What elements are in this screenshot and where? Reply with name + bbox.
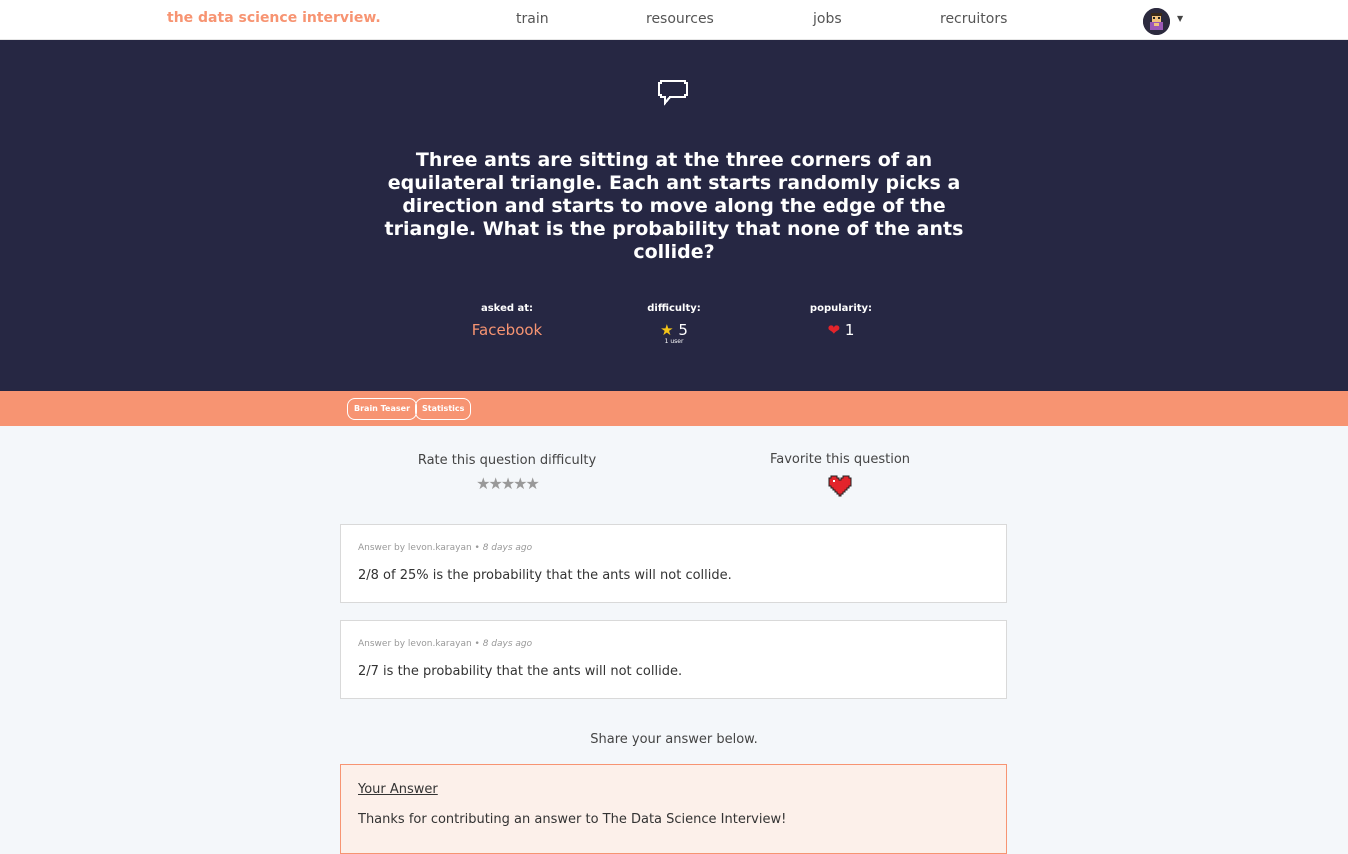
answer-text: 2/7 is the probability that the ants wil… xyxy=(358,664,683,679)
answer-time: 8 days ago xyxy=(482,639,533,649)
favorite-block: Favorite this question xyxy=(766,452,914,503)
difficulty-value: 5 xyxy=(678,321,688,339)
avatar[interactable] xyxy=(1143,8,1170,35)
popularity-block: popularity: ❤ 1 xyxy=(771,303,911,339)
share-prompt: Share your answer below. xyxy=(590,732,758,747)
popularity-value: 1 xyxy=(844,321,855,339)
top-nav: the data science interview. train resour… xyxy=(0,0,1348,40)
nav-link-jobs[interactable]: jobs xyxy=(813,11,842,27)
chevron-down-icon[interactable]: ▼ xyxy=(1177,14,1183,23)
answer-text: 2/8 of 25% is the probability that the a… xyxy=(358,568,732,583)
nav-link-resources[interactable]: resources xyxy=(646,11,714,27)
asked-at-block: asked at: Facebook xyxy=(437,303,577,339)
your-answer-link[interactable]: Your Answer xyxy=(358,782,438,797)
question-text: Three ants are sitting at the three corn… xyxy=(384,149,964,263)
difficulty-user-count: 1 user xyxy=(664,338,684,345)
answer-meta: Answer by levon.karayan • 8 days ago xyxy=(358,543,532,553)
rating-stars[interactable]: ★★★★★ xyxy=(417,474,597,493)
heart-icon: ❤ xyxy=(827,321,841,339)
asked-at-label: asked at: xyxy=(480,303,534,314)
answer-card: Answer by levon.karayan • 8 days ago 2/8… xyxy=(340,524,1007,603)
question-hero: Three ants are sitting at the three corn… xyxy=(0,40,1348,391)
tag-bar: Brain Teaser Statistics xyxy=(0,391,1348,426)
star-icon: ★ xyxy=(660,321,674,339)
favorite-heart-icon[interactable] xyxy=(827,473,853,499)
tag-brain-teaser[interactable]: Brain Teaser xyxy=(347,398,418,420)
difficulty-label: difficulty: xyxy=(647,303,701,314)
difficulty-block: difficulty: ★ 5 1 user xyxy=(604,303,744,345)
rate-difficulty-label: Rate this question difficulty xyxy=(417,453,597,468)
answer-time: 8 days ago xyxy=(482,543,533,553)
speech-bubble-icon xyxy=(657,79,689,107)
brand-logo[interactable]: the data science interview. xyxy=(167,10,381,26)
rate-difficulty-block: Rate this question difficulty ★★★★★ xyxy=(417,453,597,493)
answer-author: Answer by levon.karayan • xyxy=(358,639,480,649)
your-answer-text: Thanks for contributing an answer to The… xyxy=(358,812,787,827)
answer-card: Answer by levon.karayan • 8 days ago 2/7… xyxy=(340,620,1007,699)
favorite-label: Favorite this question xyxy=(769,452,911,467)
tag-statistics[interactable]: Statistics xyxy=(415,398,472,420)
answer-author: Answer by levon.karayan • xyxy=(358,543,480,553)
company-link[interactable]: Facebook xyxy=(437,321,577,339)
nav-link-recruitors[interactable]: recruitors xyxy=(940,11,1007,27)
nav-link-train[interactable]: train xyxy=(516,11,549,27)
popularity-label: popularity: xyxy=(809,303,873,314)
your-answer-box: Your Answer Thanks for contributing an a… xyxy=(340,764,1007,854)
answer-meta: Answer by levon.karayan • 8 days ago xyxy=(358,639,532,649)
